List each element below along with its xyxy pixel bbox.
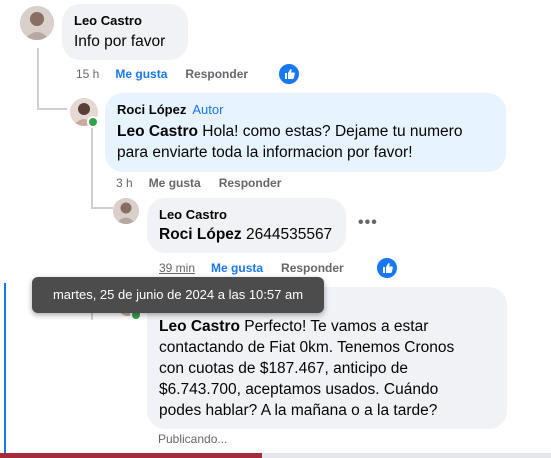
comment-text: Roci López 2644535567 <box>159 224 334 245</box>
posting-status: Publicando... <box>158 432 228 446</box>
comment-actions: 3 h Me gusta Responder <box>116 176 281 190</box>
comment-text: Info por favor <box>74 33 166 50</box>
comment-text-line4: $6.743.700, aceptamos usados. Cuándo <box>159 381 439 398</box>
like-button[interactable]: Me gusta <box>149 176 201 190</box>
avatar-leo-castro[interactable] <box>20 6 54 40</box>
comment-text: Leo Castro Hola! como estas? Dejame tu n… <box>117 121 494 142</box>
avatar-image <box>113 198 139 224</box>
reply-button[interactable]: Responder <box>219 176 282 190</box>
author-badge: Autor <box>192 102 224 117</box>
thread-line-1 <box>37 48 39 110</box>
thread-line-2 <box>91 128 93 208</box>
comment-text-line1: Hola! como estas? Dejame tu numero <box>197 123 463 140</box>
comment-author[interactable]: Leo Castro <box>159 207 334 223</box>
comment-actions: 39 min Me gusta Responder <box>159 261 344 275</box>
reply-button[interactable]: Responder <box>281 261 344 275</box>
comment-time[interactable]: 15 h <box>76 67 99 81</box>
thumb-glyph <box>285 69 295 79</box>
thread-line-2-branch <box>91 207 113 209</box>
comment-text-body: 2644535567 <box>241 226 333 243</box>
comment-text-line5: podes hablar? A la mañana o a la tarde? <box>159 402 438 419</box>
mention-link[interactable]: Leo Castro <box>117 123 198 140</box>
comment-time[interactable]: 3 h <box>116 176 133 190</box>
comment-text-line2: contactando de Fiat 0km. Tenemos Cronos <box>159 339 455 356</box>
avatar-image <box>20 6 54 40</box>
comment-text: Leo Castro Perfecto! Te vamos a estar <box>159 316 495 337</box>
comment-actions: 15 h Me gusta Responder <box>76 67 248 81</box>
comment-author[interactable]: Leo Castro <box>74 13 176 29</box>
like-button[interactable]: Me gusta <box>115 67 167 81</box>
like-thumb-icon[interactable] <box>376 257 398 279</box>
thread-line-3 <box>4 283 6 458</box>
comment-text-line1: Perfecto! Te vamos a estar <box>239 318 429 335</box>
thread-line-1-branch <box>37 108 67 110</box>
comment-time[interactable]: 39 min <box>159 261 195 275</box>
comment-author[interactable]: Roci López <box>117 102 186 117</box>
mention-link[interactable]: Roci López <box>159 226 242 243</box>
more-options-icon[interactable]: ••• <box>358 214 378 232</box>
comment-text-line3: con cuotas de $187.467, anticipo de <box>159 360 409 377</box>
online-status-icon <box>87 116 99 128</box>
like-button[interactable]: Me gusta <box>211 261 263 275</box>
comment-header: Roci López Autor <box>117 102 494 118</box>
like-thumb-icon[interactable] <box>278 63 300 85</box>
avatar-leo-castro[interactable] <box>113 198 139 224</box>
reply-button[interactable]: Responder <box>185 67 248 81</box>
comment-bubble: Leo Castro Roci López 2644535567 <box>147 198 346 253</box>
comment-bubble: Leo Castro Info por favor <box>62 4 188 60</box>
comment-bubble: Roci López Autor Leo Castro Hola! como es… <box>105 93 506 172</box>
composer-accent <box>0 453 262 458</box>
timestamp-tooltip: martes, 25 de junio de 2024 a las 10:57 … <box>32 277 324 313</box>
thumb-glyph <box>383 263 393 273</box>
comment-text-line2: para enviarte toda la informacion por fa… <box>117 144 413 161</box>
mention-link[interactable]: Leo Castro <box>159 318 240 335</box>
